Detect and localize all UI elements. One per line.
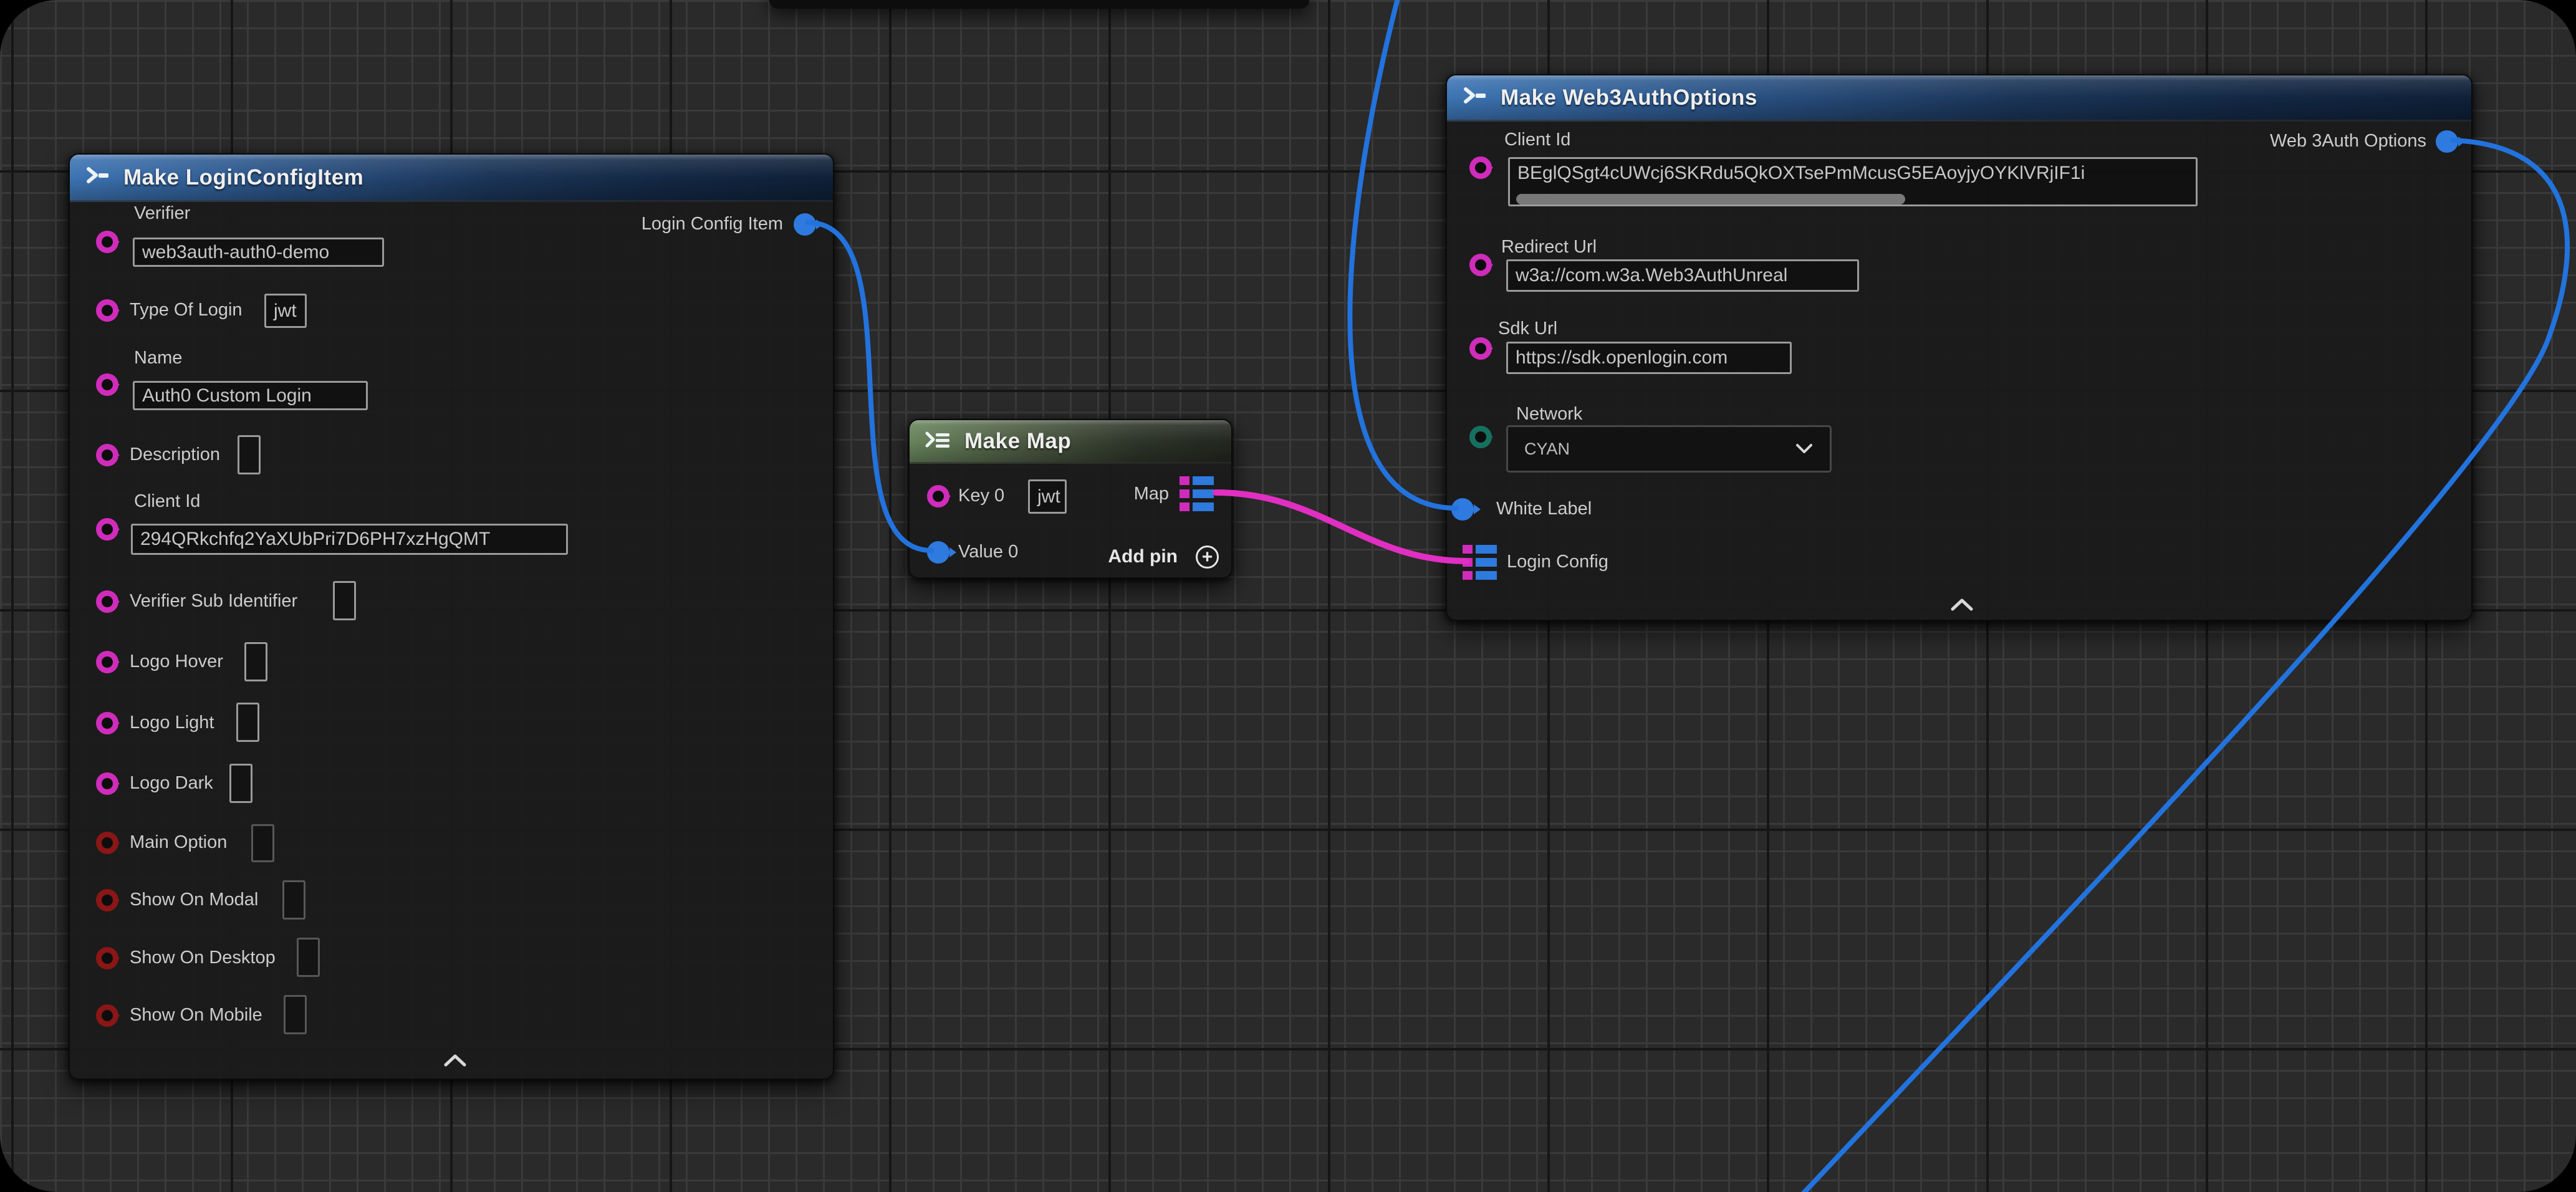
pin-label-sdk-url: Sdk Url — [1498, 318, 1557, 339]
pin-label-value-0: Value 0 — [958, 541, 1018, 562]
offscreen-node-edge — [769, 0, 1309, 9]
input-pin-description[interactable] — [96, 444, 118, 466]
pin-label-map: Map — [1134, 483, 1169, 504]
chevron-down-icon — [1794, 442, 1815, 456]
node-title: Make LoginConfigItem — [123, 165, 363, 190]
node-make-loginconfigitem[interactable]: Make LoginConfigItem Login Config Item V… — [69, 153, 834, 1080]
add-pin-icon[interactable]: + — [1196, 546, 1219, 569]
input-pin-client-id[interactable] — [96, 518, 118, 541]
input-pin-sdk-url[interactable] — [1469, 337, 1492, 360]
input-pin-main-option[interactable] — [96, 832, 118, 854]
input-pin-show-on-desktop[interactable] — [96, 947, 118, 969]
collapse-node-button[interactable] — [1949, 597, 1975, 616]
input-pin-network[interactable] — [1469, 426, 1492, 448]
make-struct-icon — [84, 165, 112, 190]
sdk-url-field[interactable]: https://sdk.openlogin.com — [1506, 342, 1792, 374]
output-pin-web3auth-options[interactable] — [2436, 130, 2458, 153]
input-pin-show-on-modal[interactable] — [96, 889, 118, 911]
add-pin-button[interactable]: Add pin — [1108, 546, 1178, 568]
client-id-text: BEglQSgt4cUWcj6SKRdu5QkOXTsePmMcusG5EAoy… — [1517, 163, 2085, 184]
pin-label-white-label: White Label — [1496, 498, 1592, 519]
network-dropdown[interactable]: CYAN — [1506, 425, 1832, 473]
node-header-make-map[interactable]: Make Map — [910, 420, 1231, 464]
pin-label-main-option: Main Option — [130, 832, 227, 853]
output-pin-login-config-item[interactable] — [794, 213, 816, 236]
blueprint-graph-canvas[interactable]: Make LoginConfigItem Login Config Item V… — [0, 0, 2576, 1192]
node-make-map[interactable]: Make Map Key 0 jwt Map Value 0 Add pin + — [908, 419, 1233, 579]
make-struct-icon — [1461, 85, 1489, 110]
name-field[interactable]: Auth0 Custom Login — [133, 381, 368, 410]
output-pin-map[interactable] — [1180, 476, 1214, 511]
pin-label-logo-hover: Logo Hover — [130, 651, 223, 672]
node-title: Make Web3AuthOptions — [1501, 85, 1757, 110]
show-on-modal-checkbox[interactable] — [282, 880, 305, 920]
input-pin-login-config[interactable] — [1463, 545, 1497, 580]
input-pin-value-0[interactable] — [927, 541, 949, 564]
input-pin-key-0[interactable] — [927, 485, 949, 507]
pin-label-client-id: Client Id — [134, 491, 200, 512]
pin-label-description: Description — [130, 444, 220, 465]
input-pin-white-label[interactable] — [1451, 498, 1474, 521]
pin-label-show-on-mobile: Show On Mobile — [130, 1004, 262, 1026]
description-field[interactable] — [238, 435, 261, 474]
input-pin-logo-dark[interactable] — [96, 772, 118, 795]
input-pin-logo-hover[interactable] — [96, 651, 118, 673]
show-on-mobile-checkbox[interactable] — [284, 995, 307, 1034]
verifier-sub-identifier-field[interactable] — [333, 581, 356, 620]
redirect-url-field[interactable]: w3a://com.w3a.Web3AuthUnreal — [1506, 259, 1859, 292]
pin-label-verifier: Verifier — [134, 203, 190, 224]
input-pin-type-of-login[interactable] — [96, 299, 118, 322]
input-pin-name[interactable] — [96, 373, 118, 396]
input-pin-verifier[interactable] — [96, 231, 118, 253]
pin-label-login-config-item: Login Config Item — [642, 213, 783, 234]
client-id-field[interactable]: 294QRkchfq2YaXUbPri7D6PH7xzHgQMT — [131, 524, 568, 555]
pin-label-name: Name — [134, 347, 182, 368]
input-pin-verifier-sub-identifier[interactable] — [96, 590, 118, 613]
input-pin-redirect-url[interactable] — [1469, 254, 1492, 276]
pin-label-key-0: Key 0 — [958, 485, 1004, 506]
pin-label-redirect-url: Redirect Url — [1501, 236, 1597, 257]
pin-label-show-on-desktop: Show On Desktop — [130, 947, 276, 968]
logo-light-field[interactable] — [236, 703, 259, 742]
pin-label-login-config: Login Config — [1507, 551, 1608, 572]
network-dropdown-value: CYAN — [1524, 440, 1794, 459]
main-option-checkbox[interactable] — [251, 824, 274, 862]
wire-offscreen-to-white-label[interactable] — [1350, 0, 1456, 508]
node-header-make-web3authoptions[interactable]: Make Web3AuthOptions — [1447, 75, 2471, 122]
show-on-desktop-checkbox[interactable] — [297, 938, 320, 977]
node-header-make-loginconfigitem[interactable]: Make LoginConfigItem — [70, 155, 833, 202]
client-id-scrollbar[interactable] — [1516, 194, 1905, 204]
pin-label-network: Network — [1516, 403, 1582, 425]
pin-label-client-id: Client Id — [1504, 129, 1570, 150]
client-id-field[interactable]: BEglQSgt4cUWcj6SKRdu5QkOXTsePmMcusG5EAoy… — [1508, 157, 2198, 206]
type-of-login-field[interactable]: jwt — [264, 294, 307, 328]
input-pin-logo-light[interactable] — [96, 712, 118, 734]
pin-label-type-of-login: Type Of Login — [130, 299, 243, 320]
logo-hover-field[interactable] — [244, 642, 267, 681]
logo-dark-field[interactable] — [229, 764, 252, 803]
verifier-field[interactable]: web3auth-auth0-demo — [133, 238, 384, 267]
pin-label-logo-dark: Logo Dark — [130, 772, 213, 794]
wire-makemap-to-login-config[interactable] — [1216, 493, 1466, 561]
input-pin-show-on-mobile[interactable] — [96, 1004, 118, 1027]
key-0-field[interactable]: jwt — [1028, 479, 1067, 514]
collapse-node-button[interactable] — [442, 1052, 468, 1072]
make-container-icon — [923, 428, 953, 454]
input-pin-client-id[interactable] — [1469, 156, 1492, 179]
node-title: Make Map — [964, 429, 1071, 454]
pin-label-web3auth-options: Web 3Auth Options — [2270, 130, 2426, 151]
pin-label-logo-light: Logo Light — [130, 712, 214, 733]
pin-label-show-on-modal: Show On Modal — [130, 889, 258, 910]
node-make-web3authoptions[interactable]: Make Web3AuthOptions Web 3Auth Options C… — [1446, 74, 2473, 621]
pin-label-verifier-sub-identifier: Verifier Sub Identifier — [130, 590, 297, 612]
